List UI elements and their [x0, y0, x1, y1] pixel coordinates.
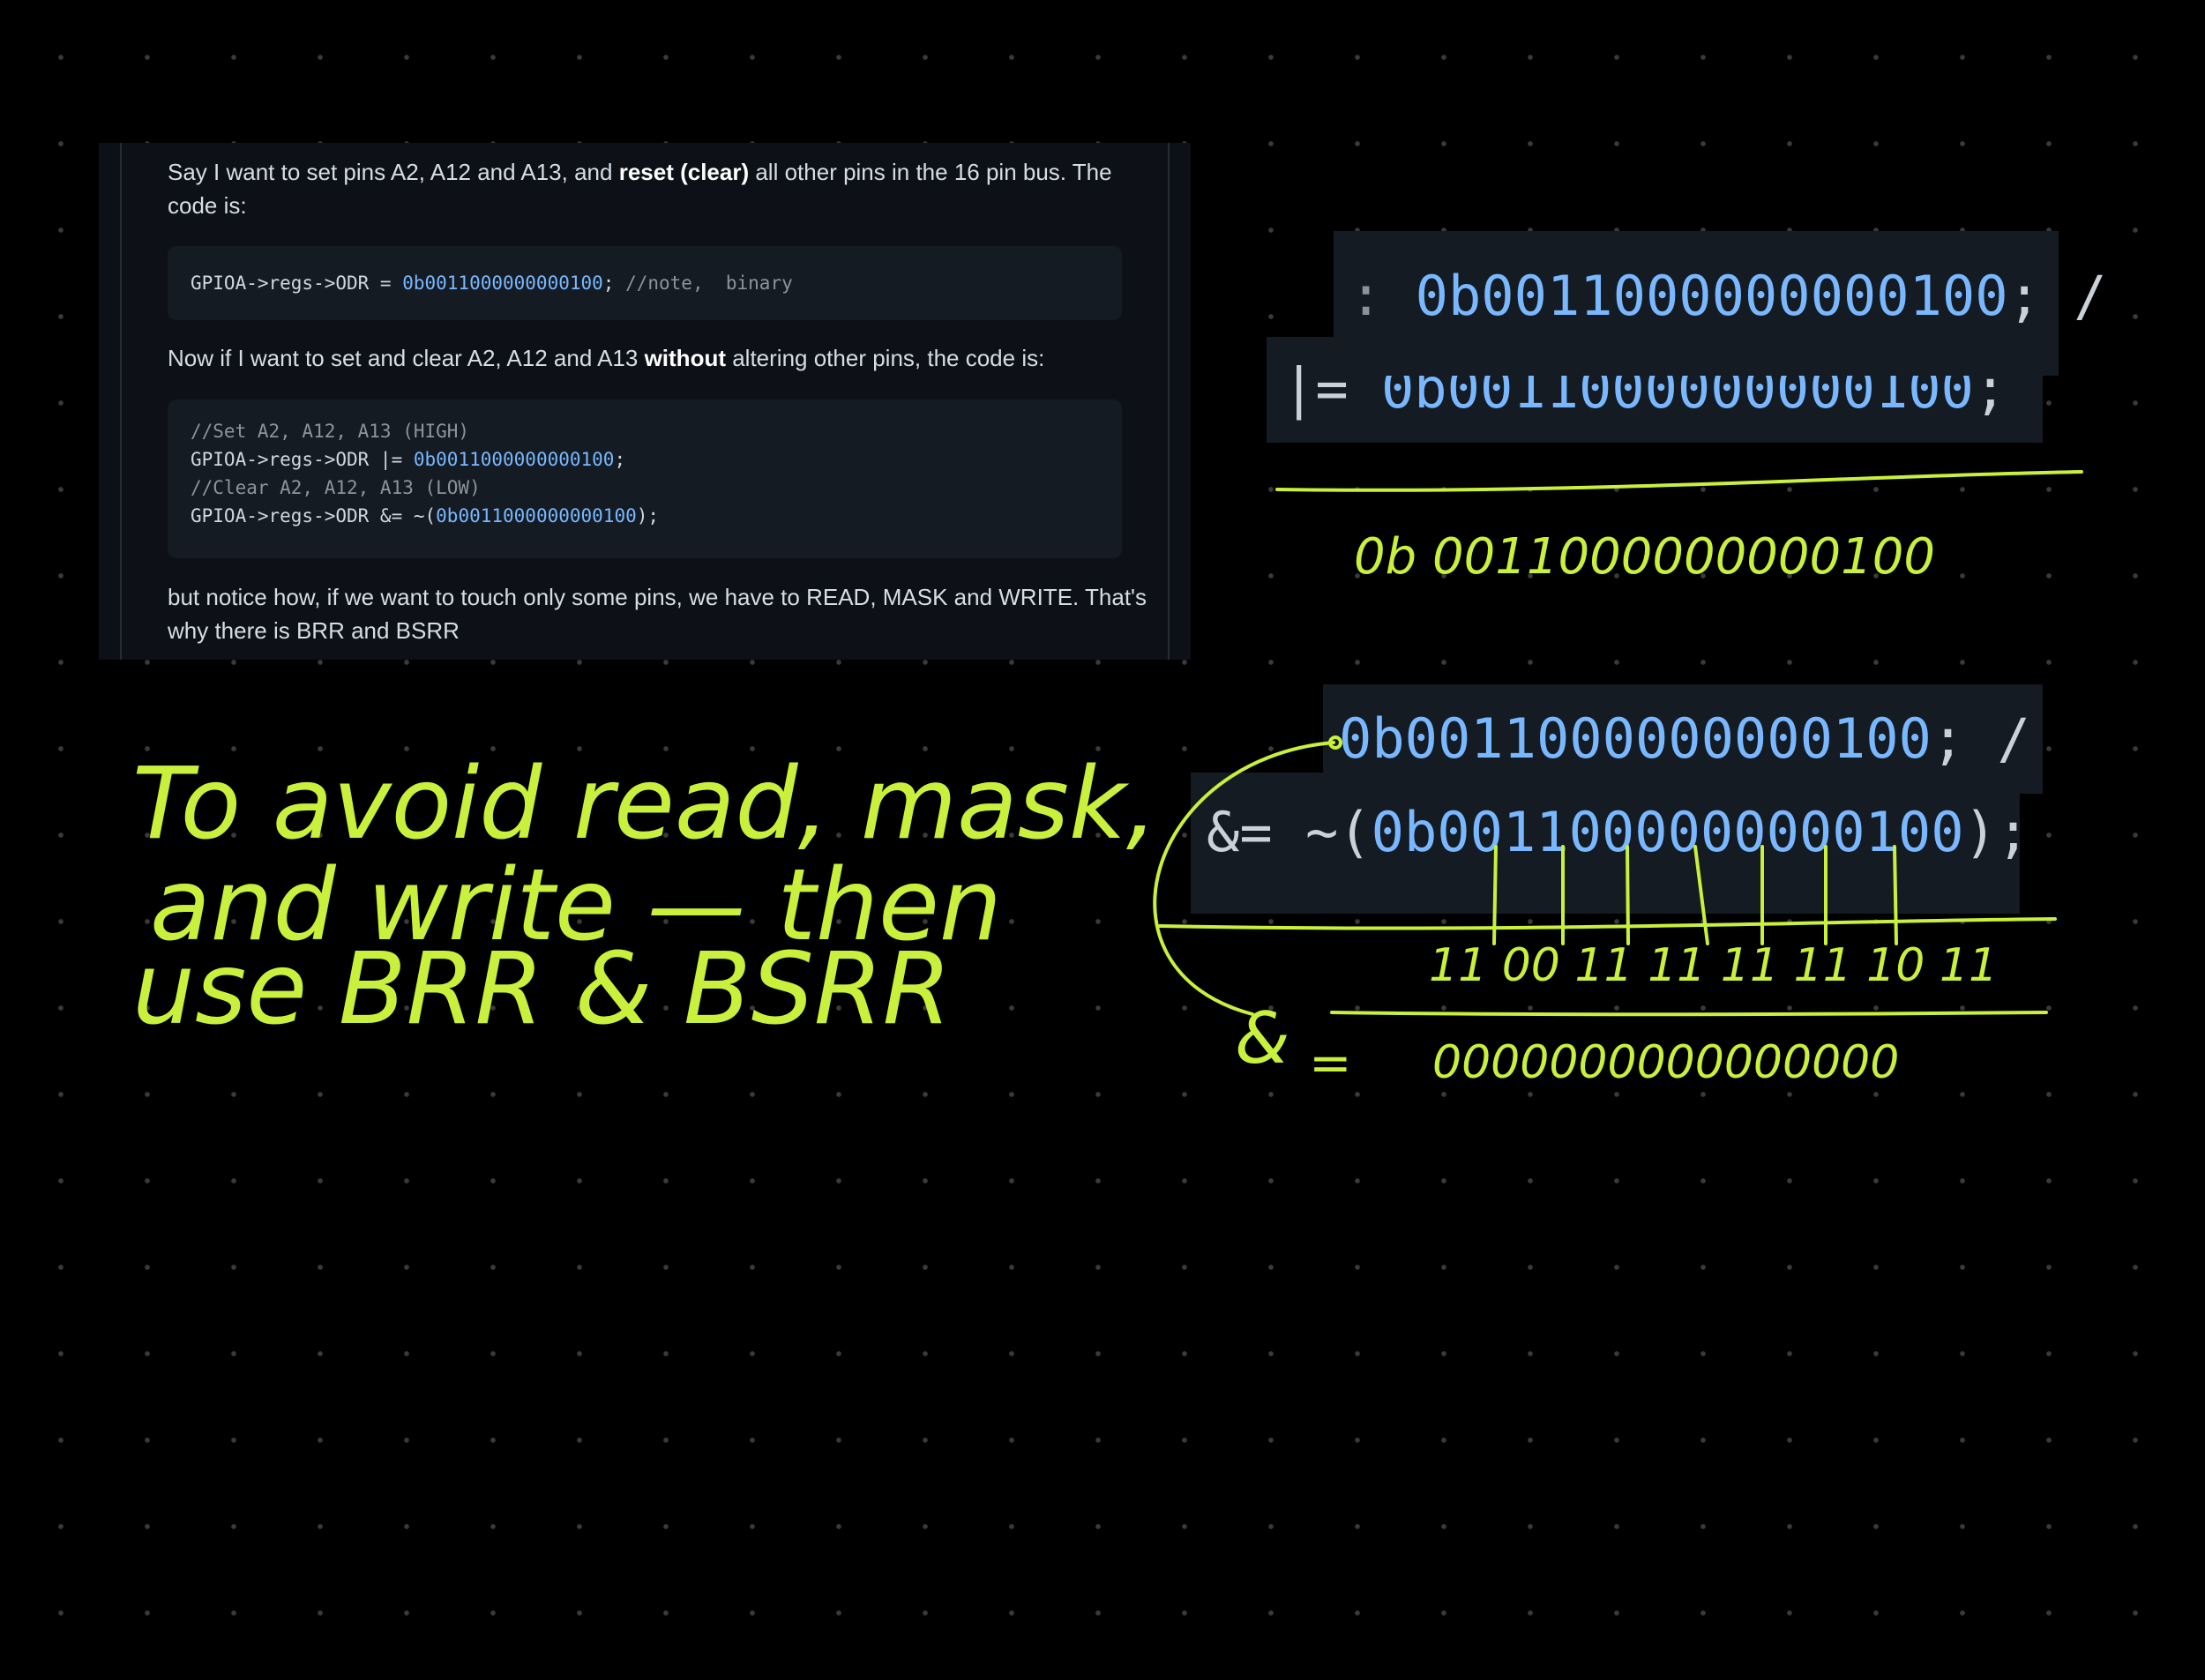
- underline-result: [1330, 1011, 2048, 1017]
- underline-or: [1275, 470, 2083, 492]
- bit-tick-lines: [1492, 845, 1898, 945]
- inverted-bits-handwritten: 11 00 11 11 11 11 10 11: [1429, 939, 1998, 992]
- handwriting-layer: To avoid read, mask, and write — then us…: [132, 470, 2083, 1093]
- result-or-handwritten: 0b 0011000000000100: [1354, 528, 1935, 586]
- result-and-handwritten: 0000000000000000: [1432, 1036, 1899, 1089]
- underline-and: [1158, 917, 2057, 930]
- and-symbol: &: [1235, 997, 1289, 1079]
- equals-symbol: =: [1309, 1033, 1352, 1093]
- note-line-1: To avoid read, mask,: [132, 747, 1157, 862]
- note-line-3: use BRR & BSRR: [132, 932, 951, 1047]
- arrow-loop: [1153, 741, 1335, 1016]
